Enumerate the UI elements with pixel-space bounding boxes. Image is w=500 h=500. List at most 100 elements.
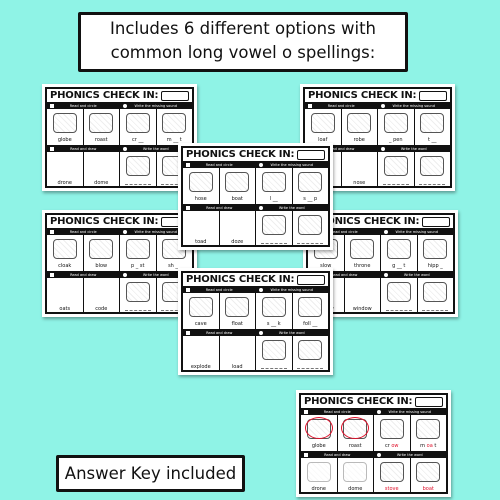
section-label: Write the word — [378, 146, 451, 151]
section-label: Read and circle — [305, 103, 378, 108]
write-line[interactable] — [297, 242, 324, 244]
card-title-text: PHONICS CHECK IN: — [50, 90, 159, 101]
drawing-cell[interactable]: load — [220, 336, 256, 372]
picture-icon — [416, 419, 441, 439]
section-bar: Read and draw Write the word — [183, 329, 328, 336]
card-title: PHONICS CHECK IN: — [183, 148, 328, 161]
picture-icon — [52, 113, 77, 133]
card-title-text: PHONICS CHECK IN: — [308, 90, 417, 101]
name-field[interactable] — [297, 274, 325, 285]
picture-icon — [423, 282, 448, 302]
drawing-cell[interactable]: window — [345, 278, 381, 314]
answer-text: ow — [391, 443, 399, 449]
drawing-cell[interactable]: oats — [47, 278, 84, 314]
worksheet-frame: PHONICS CHECK IN: Read and circle Write th… — [181, 271, 330, 372]
write-line[interactable] — [260, 367, 287, 369]
section-bar: Read and circle Write the missing sound — [305, 102, 450, 109]
section-label: Read and circle — [183, 162, 256, 167]
drawing-cell[interactable]: doze — [220, 211, 256, 247]
draw-write-row: drone dome — [47, 152, 192, 188]
picture-icon — [188, 297, 213, 317]
drawing-cell[interactable]: nose — [342, 152, 378, 188]
missing-sound-cell: m oa t — [411, 415, 447, 451]
word-cell: hose — [183, 168, 220, 204]
name-field[interactable] — [297, 149, 325, 160]
picture-icon — [89, 113, 114, 133]
write-line[interactable] — [124, 309, 151, 311]
worksheet-card: PHONICS CHECK IN: Read and circle Write th… — [296, 390, 451, 497]
name-field[interactable] — [422, 216, 450, 227]
write-word-cell — [381, 278, 418, 314]
picture-icon — [343, 462, 368, 482]
word-label: drone — [57, 180, 72, 186]
section-bar: Read and circle Write the missing sound — [47, 228, 192, 235]
picture-icon — [261, 215, 286, 235]
read-circle-row: cloak blow p _ st sh __ — [47, 235, 192, 271]
write-line[interactable] — [419, 183, 446, 185]
word-label: roast — [348, 443, 362, 449]
picture-icon — [261, 172, 286, 192]
picture-icon — [310, 113, 335, 133]
word-label: t __ — [427, 137, 437, 143]
picture-icon — [416, 462, 441, 482]
card-title: PHONICS CHECK IN: — [47, 215, 192, 228]
word-cell: cr __ — [120, 109, 157, 145]
drawing-cell[interactable]: code — [84, 278, 120, 314]
write-word-cell — [256, 211, 293, 247]
picture-icon — [423, 239, 448, 259]
worksheet-frame: PHONICS CHECK IN: Read and circle Write th… — [45, 87, 194, 188]
word-label: cr __ — [132, 137, 144, 143]
write-line[interactable] — [385, 309, 412, 311]
drawing-cell[interactable]: toad — [183, 211, 220, 247]
picture-icon — [125, 156, 150, 176]
word-cell: float — [220, 293, 256, 329]
word-label: cloak — [58, 263, 72, 269]
word-label: s __ k — [266, 321, 281, 327]
name-field[interactable] — [415, 396, 443, 407]
section-bar: Read and circle Write the missing sound — [183, 286, 328, 293]
write-word-cell: stove — [374, 458, 411, 494]
picture-icon — [306, 462, 331, 482]
card-title-text: PHONICS CHECK IN: — [50, 216, 159, 227]
drawing-cell[interactable]: dome — [84, 152, 120, 188]
word-cell: hipp _ — [418, 235, 454, 271]
card-title-text: PHONICS CHECK IN: — [304, 396, 413, 407]
picture-icon — [125, 282, 150, 302]
write-line[interactable] — [382, 183, 409, 185]
worksheet-frame: PHONICS CHECK IN: Read and circle Write th… — [45, 213, 194, 314]
name-field[interactable] — [161, 90, 189, 101]
worksheet-card: PHONICS CHECK IN: Read and circle Write th… — [178, 143, 333, 250]
missing-sound-cell: cr ow — [374, 415, 411, 451]
card-title: PHONICS CHECK IN: — [305, 89, 450, 102]
section-label: Write the word — [374, 452, 447, 457]
write-line[interactable] — [297, 367, 324, 369]
write-line[interactable] — [422, 309, 449, 311]
headline-line-1: Includes 6 different options with — [110, 19, 376, 38]
word-label: explode — [190, 364, 211, 370]
word-label: globe — [311, 443, 326, 449]
section-label: Write the missing sound — [374, 409, 447, 414]
picture-icon — [420, 113, 445, 133]
picture-icon — [261, 297, 286, 317]
picture-icon — [298, 340, 323, 360]
headline-line-2: common long vowel o spellings: — [110, 43, 376, 62]
picture-icon — [225, 172, 250, 192]
section-label: Read and draw — [47, 146, 120, 151]
section-label: Write the missing sound — [381, 229, 454, 234]
drawing-cell[interactable]: explode — [183, 336, 220, 372]
section-label: Read and circle — [183, 287, 256, 292]
picture-icon — [225, 297, 250, 317]
drawing-cell[interactable]: drone — [47, 152, 84, 188]
word-label: window — [352, 306, 372, 312]
word-label: oats — [59, 306, 71, 312]
card-title-text: PHONICS CHECK IN: — [186, 149, 295, 160]
word-cell: throne — [345, 235, 381, 271]
picture-icon — [347, 113, 372, 133]
name-field[interactable] — [419, 90, 447, 101]
write-line[interactable] — [124, 183, 151, 185]
write-line[interactable] — [260, 242, 287, 244]
answer-circle-mark — [341, 417, 370, 439]
word-cell: loaf — [305, 109, 342, 145]
section-label: Read and draw — [183, 205, 256, 210]
section-label: Read and draw — [301, 452, 374, 457]
